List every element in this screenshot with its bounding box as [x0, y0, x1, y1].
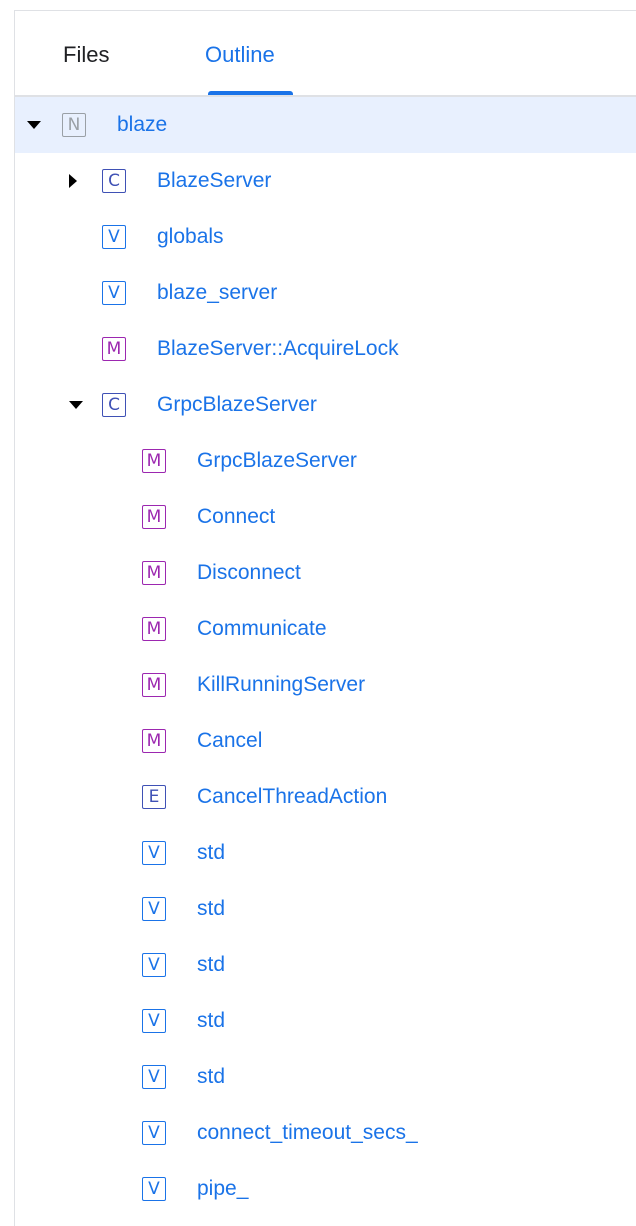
outline-item-killrunningserver[interactable]: M KillRunningServer: [15, 657, 636, 713]
outline-item-label: blaze: [117, 113, 168, 136]
outline-item-label: std: [197, 1009, 226, 1032]
symbol-kind-v-icon: V: [142, 1065, 166, 1089]
outline-item-label: GrpcBlazeServer: [157, 393, 317, 416]
outline-item-disconnect[interactable]: M Disconnect: [15, 545, 636, 601]
outline-tree: Nblaze C BlazeServer Vglobals Vblaze_server M…: [15, 97, 636, 1217]
outline-item-label: pipe_: [197, 1177, 249, 1200]
outline-item-label: BlazeServer: [157, 169, 272, 192]
symbol-kind-m-icon: M: [142, 505, 166, 529]
outline-item-blazeserver[interactable]: C BlazeServer: [15, 153, 636, 209]
outline-item-std[interactable]: Vstd: [15, 1049, 636, 1105]
caret-down-icon[interactable]: [27, 121, 41, 129]
outline-item-label: CancelThreadAction: [197, 785, 388, 808]
symbol-kind-v-icon: V: [142, 1121, 166, 1145]
symbol-kind-v-icon: V: [142, 1009, 166, 1033]
outline-item-label: Cancel: [197, 729, 263, 752]
outline-item-std[interactable]: Vstd: [15, 937, 636, 993]
symbol-kind-e-icon: E: [142, 785, 166, 809]
outline-item-label: GrpcBlazeServer: [197, 449, 357, 472]
symbol-kind-m-icon: M: [142, 673, 166, 697]
outline-item-blaze-server[interactable]: Vblaze_server: [15, 265, 636, 321]
symbol-kind-v-icon: V: [142, 953, 166, 977]
outline-item-std[interactable]: Vstd: [15, 993, 636, 1049]
symbol-kind-c-icon: C: [102, 169, 126, 193]
symbol-kind-m-icon: M: [142, 617, 166, 641]
symbol-kind-v-icon: V: [142, 897, 166, 921]
symbol-kind-v-icon: V: [102, 281, 126, 305]
outline-item-globals[interactable]: Vglobals: [15, 209, 636, 265]
outline-item-label: std: [197, 1065, 226, 1088]
outline-item-label: Connect: [197, 505, 276, 528]
symbol-kind-m-icon: M: [142, 449, 166, 473]
outline-item-std[interactable]: Vstd: [15, 825, 636, 881]
outline-item-label: std: [197, 841, 226, 864]
outline-item-communicate[interactable]: M Communicate: [15, 601, 636, 657]
outline-item-blaze[interactable]: Nblaze: [15, 97, 636, 153]
symbol-kind-m-icon: M: [142, 561, 166, 585]
tab-outline[interactable]: Outline: [205, 11, 275, 95]
outline-item-label: KillRunningServer: [197, 673, 366, 696]
symbol-kind-v-icon: V: [142, 1177, 166, 1201]
outline-item-cancel[interactable]: M Cancel: [15, 713, 636, 769]
caret-right-icon[interactable]: [69, 174, 77, 188]
symbol-kind-v-icon: V: [142, 841, 166, 865]
symbol-kind-m-icon: M: [142, 729, 166, 753]
outline-item-label: std: [197, 953, 226, 976]
tab-bar: Files Outline: [15, 11, 636, 95]
outline-item-label: BlazeServer::AcquireLock: [157, 337, 399, 360]
outline-item-pipe-[interactable]: Vpipe_: [15, 1161, 636, 1217]
outline-item-connect-timeout-secs-[interactable]: Vconnect_timeout_secs_: [15, 1105, 636, 1161]
outline-item-cancelthreadaction[interactable]: E CancelThreadAction: [15, 769, 636, 825]
outline-item-label: blaze_server: [157, 281, 278, 304]
outline-item-grpcblazeserver[interactable]: C GrpcBlazeServer: [15, 377, 636, 433]
outline-item-connect[interactable]: M Connect: [15, 489, 636, 545]
outline-item-label: std: [197, 897, 226, 920]
tab-files[interactable]: Files: [63, 11, 109, 95]
outline-item-grpcblazeserver[interactable]: M GrpcBlazeServer: [15, 433, 636, 489]
outline-item-std[interactable]: Vstd: [15, 881, 636, 937]
symbol-kind-n-icon: N: [62, 113, 86, 137]
caret-down-icon[interactable]: [69, 401, 83, 409]
symbol-kind-c-icon: C: [102, 393, 126, 417]
outline-item-label: globals: [157, 225, 224, 248]
outline-item-label: connect_timeout_secs_: [197, 1121, 418, 1144]
symbol-kind-m-icon: M: [102, 337, 126, 361]
symbol-kind-v-icon: V: [102, 225, 126, 249]
outline-item-label: Communicate: [197, 617, 327, 640]
outline-item-label: Disconnect: [197, 561, 301, 584]
outline-item-blazeserver-acquirelock[interactable]: M BlazeServer::AcquireLock: [15, 321, 636, 377]
